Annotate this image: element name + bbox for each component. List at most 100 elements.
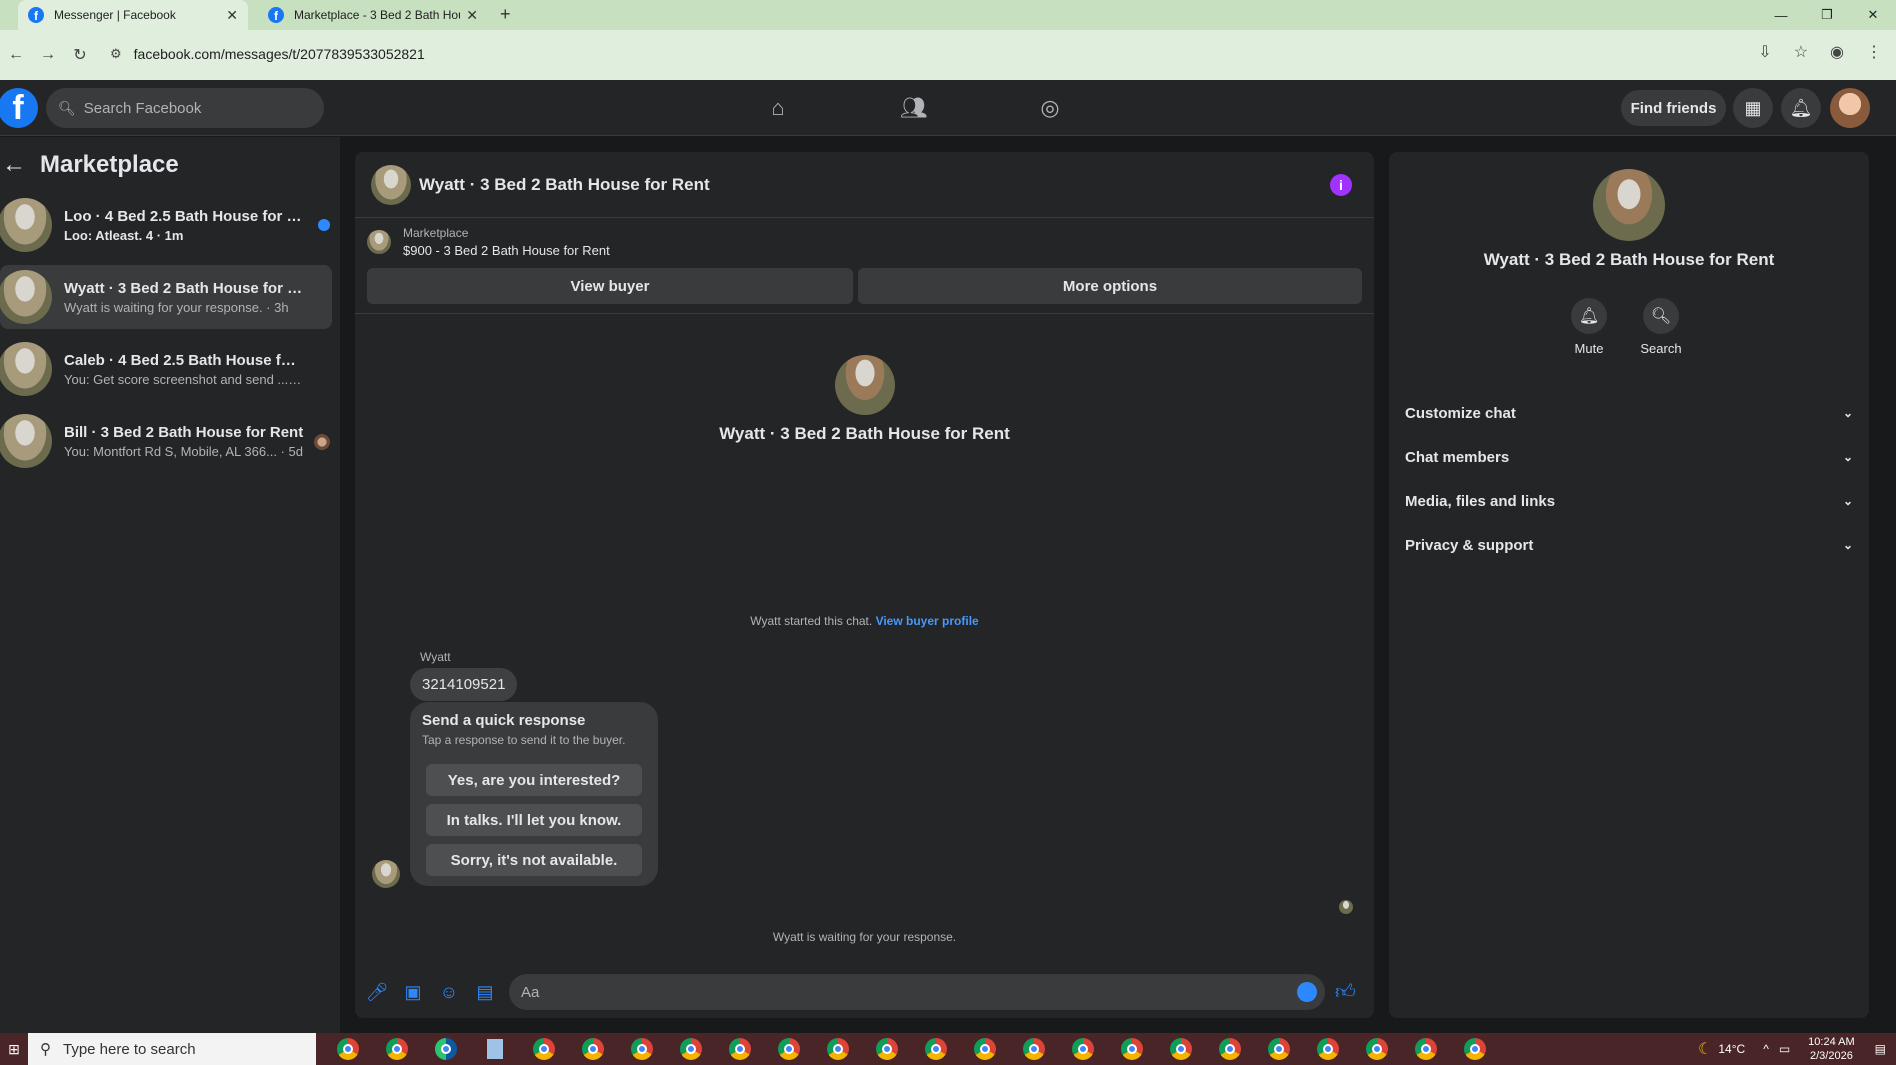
chrome-app-icon[interactable] [1310,1033,1346,1065]
menu-grid-icon[interactable]: ▦ [1733,88,1773,128]
mute-button[interactable]: 🔔︎ Mute [1559,298,1619,356]
weather-moon-icon[interactable]: ☾ [1698,1039,1712,1059]
account-avatar[interactable] [1830,88,1870,128]
chrome-app-icon[interactable] [918,1033,954,1065]
customize-chat-section[interactable]: Customize chat ⌄ [1405,395,1853,431]
listing-summary[interactable]: Marketplace $900 - 3 Bed 2 Bath House fo… [367,226,610,258]
emoji-icon[interactable] [1297,982,1317,1002]
chrome-app-icon[interactable] [1114,1033,1150,1065]
gif-icon[interactable]: ▤ [467,982,503,1003]
chrome-app-icon[interactable] [771,1033,807,1065]
notifications-bell-icon[interactable]: 🔔︎ [1781,88,1821,128]
chrome-app-icon[interactable] [379,1033,415,1065]
view-buyer-button[interactable]: View buyer [367,268,853,304]
chrome-app-icon[interactable] [1163,1033,1199,1065]
taskbar-clock[interactable]: 10:24 AM 2/3/2026 [1808,1035,1854,1063]
chrome-app-icon[interactable] [575,1033,611,1065]
chrome-app-icon[interactable] [722,1033,758,1065]
privacy-support-section[interactable]: Privacy & support ⌄ [1405,527,1853,563]
chrome-app-icon[interactable] [526,1033,562,1065]
new-tab-icon[interactable]: + [500,4,511,25]
taskbar-apps [330,1033,1493,1065]
facebook-search-input[interactable]: 🔍︎ Search Facebook [46,88,324,128]
install-app-icon[interactable]: ⇩ [1758,42,1771,62]
conversation-item[interactable]: Loo · 4 Bed 2.5 Bath House for R... Loo:… [0,193,332,257]
restore-icon[interactable]: ❐ [1804,0,1850,30]
reload-icon[interactable]: ↻ [64,45,96,65]
quick-response-interested-button[interactable]: Yes, are you interested? [426,764,642,796]
unread-dot-icon [318,219,330,231]
chrome-app-icon[interactable] [1016,1033,1052,1065]
bookmark-star-icon[interactable]: ☆ [1794,42,1808,62]
more-options-button[interactable]: More options [858,268,1362,304]
chat-members-section[interactable]: Chat members ⌄ [1405,439,1853,475]
search-icon: ⚲ [40,1041,51,1058]
site-info-icon[interactable]: ⚙ [110,46,122,62]
clock-date: 2/3/2026 [1810,1050,1853,1062]
quick-response-in-talks-button[interactable]: In talks. I'll let you know. [426,804,642,836]
close-tab-icon[interactable]: ✕ [466,7,478,24]
temperature[interactable]: 14°C [1718,1042,1745,1056]
media-files-links-section[interactable]: Media, files and links ⌄ [1405,483,1853,519]
message-input[interactable]: Aa [509,974,1325,1010]
notepad-app-icon[interactable] [477,1033,513,1065]
chrome-app-icon[interactable] [820,1033,856,1065]
facebook-logo[interactable]: f [0,88,38,128]
conversation-name: Wyatt · 3 Bed 2 Bath House for Rent [64,279,304,297]
chrome-app-icon[interactable] [1212,1033,1248,1065]
show-hidden-icons-icon[interactable]: ^ [1763,1042,1769,1056]
details-avatar[interactable] [1593,169,1665,241]
conversation-item-active[interactable]: Wyatt · 3 Bed 2 Bath House for Rent Wyat… [0,265,332,329]
sticker-icon[interactable]: ☺ [431,982,467,1003]
thumbs-up-icon[interactable]: 👍︎ [1335,980,1356,1004]
chat-title[interactable]: Wyatt · 3 Bed 2 Bath House for Rent [419,175,710,195]
microphone-icon[interactable]: 🎤︎ [359,982,395,1003]
chrome-app-icon[interactable] [1261,1033,1297,1065]
forward-icon[interactable]: → [32,46,64,64]
listing-thumbnail [0,414,52,468]
minimize-icon[interactable]: — [1758,0,1804,30]
conversation-item[interactable]: Bill · 3 Bed 2 Bath House for Rent You: … [0,409,332,473]
network-icon[interactable]: ▭ [1779,1042,1790,1056]
close-tab-icon[interactable]: ✕ [226,7,238,24]
chrome-app-icon[interactable] [673,1033,709,1065]
info-icon[interactable]: i [1330,174,1352,196]
find-friends-button[interactable]: Find friends [1621,90,1726,126]
back-arrow-icon[interactable]: ← [2,151,26,179]
tab-marketplace[interactable]: f Marketplace - 3 Bed 2 Bath Hou ✕ [258,0,488,30]
chrome-app-icon[interactable] [330,1033,366,1065]
message-placeholder: Aa [521,983,540,1001]
groups-icon[interactable]: ◎ [1032,90,1068,126]
chrome-app-icon[interactable] [1065,1033,1101,1065]
view-buyer-profile-link[interactable]: View buyer profile [876,614,979,628]
url-field[interactable]: ⚙ facebook.com/messages/t/20778395330528… [100,36,1800,72]
chrome-app-icon[interactable] [1408,1033,1444,1065]
chat-header: Wyatt · 3 Bed 2 Bath House for Rent i [355,152,1374,218]
chrome-app-icon[interactable] [1359,1033,1395,1065]
profile-icon[interactable]: ◉ [1830,42,1844,62]
chrome-app-icon[interactable] [1457,1033,1493,1065]
photo-icon[interactable]: ▣ [395,982,431,1003]
address-bar: ← → ↻ ⚙ facebook.com/messages/t/20778395… [0,30,1896,80]
buyer-profile-avatar[interactable] [835,355,895,415]
browser-menu-icon[interactable]: ⋮ [1866,42,1882,62]
friends-icon[interactable]: 👥︎ [896,90,932,126]
quick-response-not-available-button[interactable]: Sorry, it's not available. [426,844,642,876]
taskbar-search-input[interactable]: ⚲ Type here to search [28,1033,316,1065]
chrome-app-icon[interactable] [624,1033,660,1065]
chrome-app-icon[interactable] [869,1033,905,1065]
message-bubble[interactable]: 3214109521 [410,668,518,701]
close-window-icon[interactable]: ✕ [1850,0,1896,30]
conversation-item[interactable]: Caleb · 4 Bed 2.5 Bath House for R... Yo… [0,337,332,401]
home-icon[interactable]: ⌂ [760,90,796,126]
tab-messenger[interactable]: f Messenger | Facebook ✕ [18,0,248,30]
listing-thumbnail [0,198,52,252]
back-icon[interactable]: ← [0,46,32,64]
notifications-icon[interactable]: ▤ [1875,1042,1886,1056]
section-label: Privacy & support [1405,536,1534,554]
chat-avatar[interactable] [371,164,411,205]
windows-start-icon[interactable]: ⊞ [0,1033,28,1065]
search-conversation-button[interactable]: 🔍︎ Search [1631,298,1691,356]
edge-app-icon[interactable] [428,1033,464,1065]
chrome-app-icon[interactable] [967,1033,1003,1065]
